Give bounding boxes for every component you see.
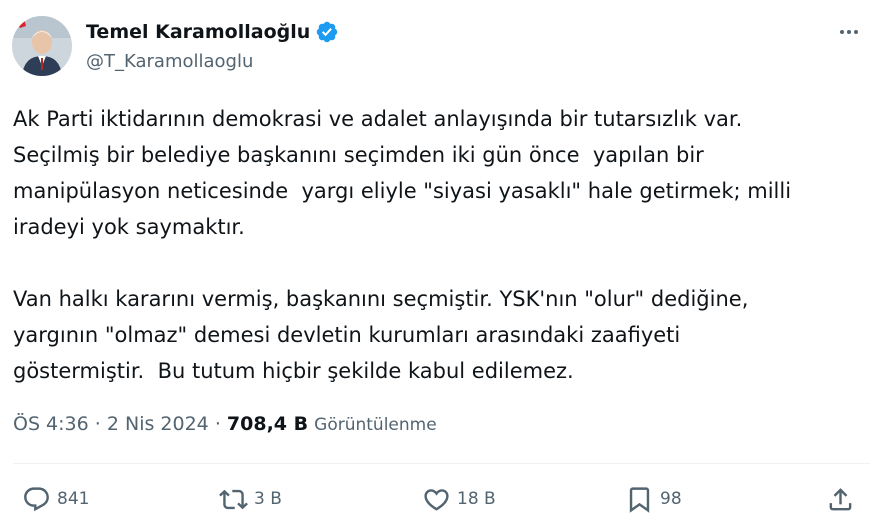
share-button[interactable] [826, 484, 855, 514]
tweet-text: Ak Parti iktidarının demokrasi ve adalet… [13, 107, 792, 383]
verified-badge-icon[interactable] [315, 20, 339, 44]
reply-icon [24, 486, 49, 511]
meta-separator: · [208, 413, 227, 435]
divider [13, 463, 870, 464]
like-button[interactable]: 18 B [422, 484, 496, 514]
meta-separator: · [88, 413, 107, 435]
bookmark-button[interactable]: 98 [625, 484, 682, 514]
author-name[interactable]: Temel Karamollaoğlu [86, 20, 310, 44]
repost-button[interactable]: 3 B [219, 484, 282, 514]
more-icon [840, 30, 858, 34]
author-handle[interactable]: @T_Karamollaoglu [86, 50, 253, 74]
bookmark-count: 98 [660, 489, 682, 509]
more-options-button[interactable] [833, 18, 865, 46]
tweet-date[interactable]: 2 Nis 2024 [107, 413, 209, 435]
reply-button[interactable]: 841 [22, 484, 89, 514]
author-row: Temel Karamollaoğlu [86, 20, 339, 44]
like-count: 18 B [457, 489, 496, 509]
avatar[interactable] [12, 16, 72, 76]
repost-count: 3 B [254, 489, 282, 509]
tweet-meta: ÖS 4:36 · 2 Nis 2024 · 708,4 B Görüntüle… [13, 410, 437, 439]
share-icon [829, 487, 852, 510]
bookmark-icon [629, 486, 650, 513]
tweet-time[interactable]: ÖS 4:36 [13, 413, 89, 435]
view-count: 708,4 B [226, 413, 309, 435]
repost-icon [219, 489, 248, 509]
avatar-image [12, 16, 72, 76]
view-count-label: Görüntülenme [314, 415, 437, 435]
reply-count: 841 [57, 489, 90, 509]
like-icon [424, 488, 449, 511]
